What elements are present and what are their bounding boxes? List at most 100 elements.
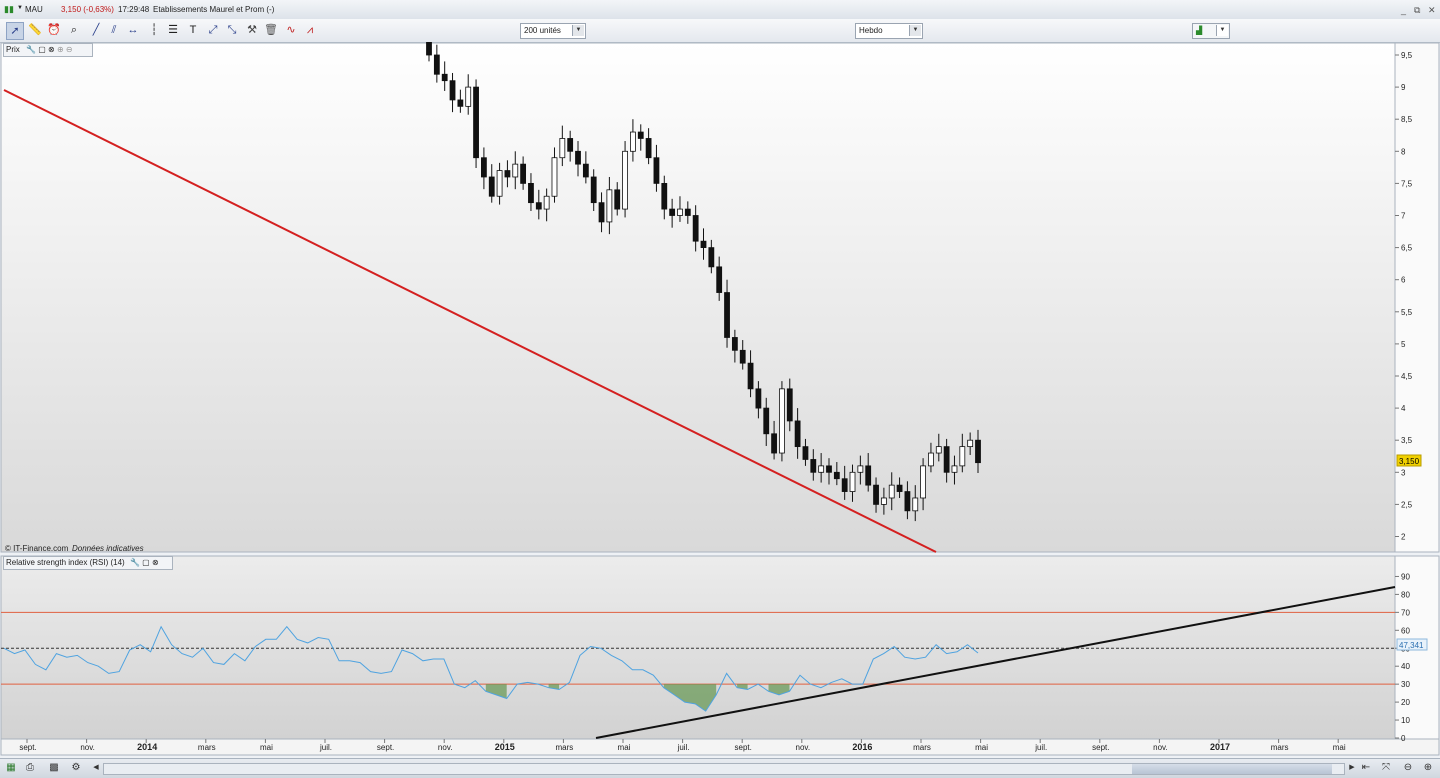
x-tick-label: sept. (19, 743, 36, 752)
candle-body (786, 388, 793, 422)
minus-icon[interactable]: ⊖ (66, 45, 73, 54)
hammer-icon[interactable]: ⚒ (244, 22, 260, 38)
last-price-tag: 3,150 (1399, 457, 1420, 466)
scrollbar-thumb[interactable] (1132, 764, 1332, 774)
price-tick-label: 4 (1401, 404, 1406, 413)
candle-body (614, 189, 621, 210)
candle-body (755, 388, 762, 409)
candle[interactable] (473, 79, 479, 168)
x-tick-label: 2014 (137, 742, 157, 752)
tools-icon[interactable]: ⤡ (224, 22, 240, 38)
ticker-label[interactable]: MAU (25, 5, 43, 14)
price-panel-background (0, 42, 1396, 553)
candle-body (543, 195, 550, 210)
candle-body (669, 208, 676, 216)
window-icon[interactable]: ▢ (38, 45, 46, 54)
vertical-line-icon[interactable]: ┆ (146, 22, 162, 38)
arrow-icon[interactable]: ⤢ (205, 22, 221, 38)
status-bar: ▦ ⎙ ▩ ⚙ ◀ ▶ ⇤ ⤧ ⊖ ⊕ (0, 758, 1440, 778)
candle-body (896, 484, 903, 492)
price-tick-label: 9 (1401, 83, 1406, 92)
zoom-in-icon[interactable]: ⊕ (1422, 762, 1434, 774)
period-select[interactable]: Hebdo ▼ (855, 23, 923, 39)
candle-body (661, 182, 668, 210)
rsi-tick-label: 0 (1401, 734, 1406, 743)
price-tick-label: 6 (1401, 276, 1406, 285)
wrench-icon[interactable]: 🔧 (130, 558, 140, 567)
candle-body (818, 465, 825, 473)
x-tick-label: mai (1333, 743, 1346, 752)
delete-icon[interactable]: 🗑 (263, 22, 279, 38)
rsi-panel-label[interactable]: Relative strength index (RSI) (14) 🔧 ▢ ⊗ (3, 556, 173, 570)
ruler-icon[interactable]: 📏 (27, 22, 43, 38)
x-tick-label: 2017 (1210, 742, 1230, 752)
candle-body (959, 446, 966, 467)
candle-body (967, 439, 974, 448)
chart-type-icon[interactable]: ▮▮ (4, 4, 14, 15)
close-icon[interactable]: ✕ (1428, 5, 1436, 16)
candle-body (528, 182, 534, 204)
x-tick-label: 2016 (852, 742, 872, 752)
scroll-left-icon[interactable]: ◀ (90, 762, 102, 774)
grid-icon[interactable]: ▩ (48, 762, 60, 774)
x-tick-label: mai (618, 743, 631, 752)
candle-body (833, 471, 840, 480)
price-tick-label: 3 (1401, 468, 1406, 477)
candle-body (622, 150, 628, 210)
rsi-tick-label: 20 (1401, 698, 1410, 707)
x-tick-label: juil. (1034, 743, 1047, 752)
zoom-icon[interactable]: ⌕ (66, 22, 82, 38)
dropdown-icon[interactable]: ▼ (17, 5, 23, 11)
chart-area[interactable]: 9,5 9 8,5 8 7,5 7 6,5 6 5,5 5 4,5 4 3,5 3 2,5 2 90 80 70 6… (0, 42, 1440, 758)
x-tick-label: nov. (1153, 743, 1168, 752)
candle[interactable] (622, 141, 628, 218)
rsi-tick-label: 80 (1401, 590, 1410, 599)
price-panel-label[interactable]: Prix 🔧 ▢ ⊗ ⊕ ⊖ (3, 43, 93, 57)
fibonacci-icon[interactable]: T (185, 22, 201, 38)
rsi-tick-label: 40 (1401, 662, 1410, 671)
wrench-icon[interactable]: 🔧 (26, 45, 36, 54)
pattern-icon[interactable]: ⩘ (302, 22, 318, 38)
chevron-down-icon: ▼ (909, 25, 921, 36)
units-select[interactable]: 200 unités ▼ (520, 23, 586, 39)
close-panel-icon[interactable]: ⊗ (152, 558, 159, 567)
print-icon[interactable]: ⎙ (24, 762, 36, 774)
minimize-icon[interactable]: _ (1401, 5, 1406, 15)
candle-body (606, 189, 613, 223)
candle-body (763, 407, 770, 435)
rsi-tick-label: 90 (1401, 572, 1410, 581)
excel-icon[interactable]: ▦ (5, 762, 17, 774)
candle-body (888, 484, 895, 499)
x-tick-label: sept. (735, 743, 752, 752)
candle-body (951, 465, 958, 473)
x-tick-label: juil. (677, 743, 690, 752)
trendline-icon[interactable]: ╱ (88, 22, 104, 38)
cursor-icon[interactable]: ➚ (6, 22, 24, 40)
horizontal-scrollbar[interactable] (103, 763, 1345, 775)
candle-body (535, 202, 542, 210)
candle-body (473, 86, 479, 159)
candle-body (692, 215, 699, 242)
x-tick-label: sept. (377, 743, 394, 752)
price-tick-label: 2 (1401, 533, 1406, 542)
x-tick-label: 2015 (495, 742, 515, 752)
channel-icon[interactable]: ⫽ (106, 22, 122, 38)
candle-body (810, 459, 817, 473)
alarm-icon[interactable]: ⏰ (46, 22, 62, 38)
fit-icon[interactable]: ⇤ (1360, 762, 1372, 774)
close-panel-icon[interactable]: ⊗ (48, 45, 55, 54)
horizontal-line-icon[interactable]: ↔ (125, 22, 141, 38)
zoom-out-icon[interactable]: ⊖ (1402, 762, 1414, 774)
price-tick-label: 7 (1401, 212, 1406, 221)
indicator-menu-button[interactable]: ▟ ▼ (1192, 23, 1230, 39)
price-tick-label: 5,5 (1401, 308, 1413, 317)
expand-icon[interactable]: ⤧ (1380, 762, 1392, 774)
plus-icon[interactable]: ⊕ (57, 45, 64, 54)
scroll-right-icon[interactable]: ▶ (1346, 762, 1358, 774)
settings-icon[interactable]: ⚙ (70, 762, 82, 774)
restore-icon[interactable]: ⧉ (1414, 5, 1420, 16)
text-icon[interactable]: ☰ (165, 22, 181, 38)
window-icon[interactable]: ▢ (142, 558, 150, 567)
wave-icon[interactable]: ∿ (283, 22, 299, 38)
candle[interactable] (779, 381, 785, 462)
